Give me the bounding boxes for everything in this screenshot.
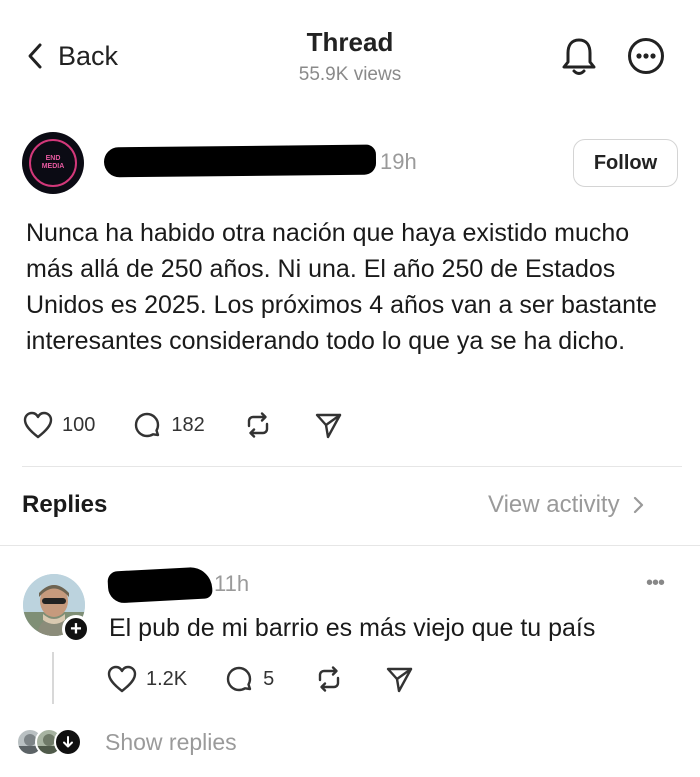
comment-count: 5 [263,667,275,690]
like-count: 100 [62,413,96,436]
comment-count: 182 [171,413,205,436]
divider [22,466,682,467]
comment-icon [226,666,252,692]
thread-line [52,652,54,704]
repost-button[interactable] [243,410,273,440]
chevron-left-icon [28,43,42,69]
bell-icon[interactable] [560,36,598,76]
arrow-down-icon [54,728,82,756]
reply-time: 11h [214,571,250,596]
view-activity-label: View activity [488,491,620,518]
avatar-logo: END MEDIA [29,139,77,187]
post-actions: 100 182 [22,409,343,441]
share-button[interactable] [313,410,343,440]
page-title: Thread [306,27,394,57]
page-header: Thread 55.9K views [250,27,450,86]
comment-icon [135,412,160,438]
redacted-username [107,566,213,604]
comment-button[interactable]: 182 [131,409,205,441]
chevron-right-icon [633,496,643,514]
like-button[interactable]: 1.2K [106,664,187,694]
replies-heading: Replies [22,491,108,518]
send-icon [387,667,413,693]
repost-icon [247,412,268,438]
heart-icon [23,411,53,439]
follow-plus-badge[interactable]: + [62,615,90,643]
send-icon [315,413,341,439]
avatar-logo-line-2: MEDIA [41,163,65,170]
reply-more-icon[interactable]: ••• [646,572,665,595]
author-avatar[interactable]: END MEDIA [22,132,84,194]
heart-icon [107,665,137,693]
repost-icon [319,666,340,692]
divider [0,545,700,546]
follow-button[interactable]: Follow [573,139,678,187]
redacted-username [103,144,377,178]
reply-actions: 1.2K 5 [106,663,414,695]
repost-button[interactable] [314,664,344,694]
view-activity-link[interactable]: View activity [488,491,644,519]
post-text: Nunca ha habido otra nación que haya exi… [26,219,657,355]
more-icon[interactable] [627,37,665,75]
back-label: Back [58,40,119,71]
show-replies-link[interactable]: Show replies [105,729,237,756]
share-button[interactable] [384,664,414,694]
reply-avatars [16,728,82,756]
avatar-logo-line-1: END [45,155,61,162]
back-button[interactable]: Back [26,36,118,76]
comment-button[interactable]: 5 [223,663,274,695]
reply-text: El pub de mi barrio es más viejo que tu … [109,614,596,642]
like-count: 1.2K [146,667,188,690]
like-button[interactable]: 100 [22,410,95,440]
view-count: 55.9K views [298,64,402,85]
post-time: 19h [380,149,417,174]
